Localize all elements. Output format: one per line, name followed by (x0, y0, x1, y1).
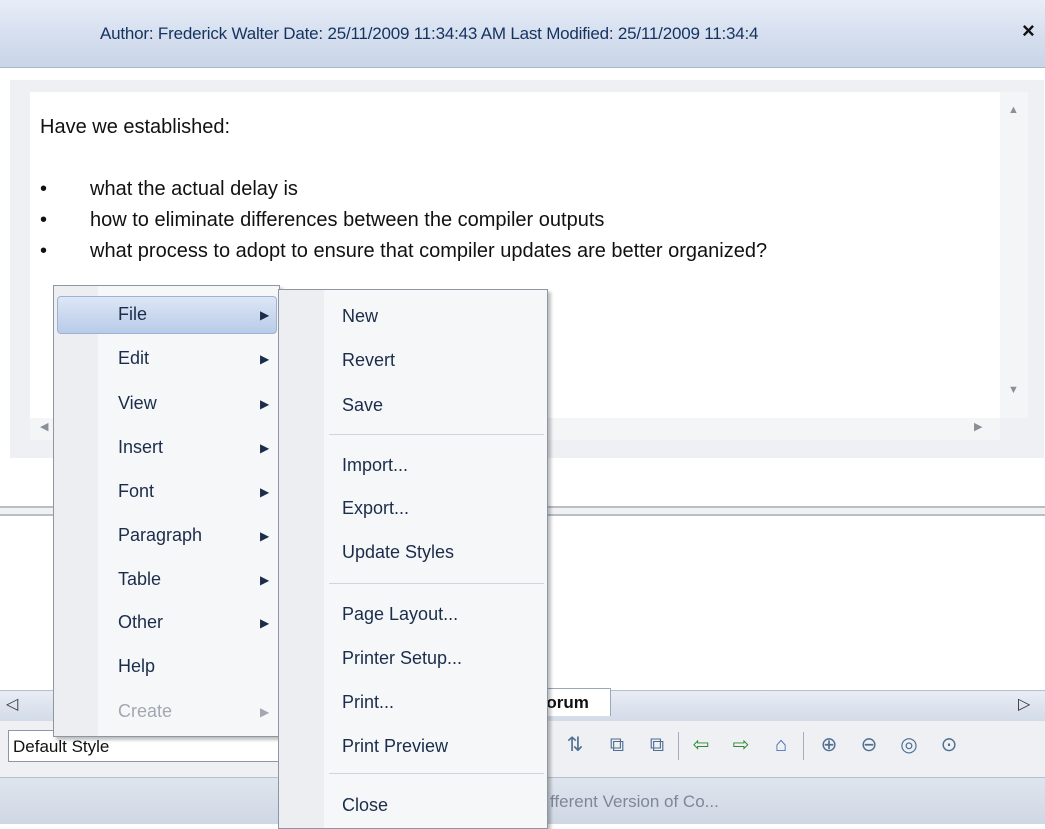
menu-item-save[interactable]: Save (342, 395, 383, 416)
back-icon[interactable]: ⇦ (688, 732, 714, 758)
menu-item-help[interactable]: Help (118, 656, 155, 677)
context-menu (53, 285, 280, 737)
menu-item-font[interactable]: Font (118, 481, 154, 502)
menu-item-highlight (57, 296, 277, 334)
copy-format-icon[interactable]: ⧉ (604, 732, 630, 758)
tab-forum[interactable]: Forum (545, 688, 611, 716)
submenu-arrow-icon: ▶ (260, 397, 270, 411)
scroll-right-icon[interactable]: ▶ (974, 420, 982, 433)
submenu-arrow-icon: ▶ (260, 485, 270, 499)
submenu-arrow-icon: ▶ (260, 616, 270, 630)
close-icon[interactable]: × (1022, 20, 1035, 42)
sort-icon[interactable]: ⇅ (562, 732, 588, 758)
submenu-arrow-icon: ▶ (260, 573, 270, 587)
zoom-page-icon[interactable]: ⊙ (936, 732, 962, 758)
tab-scroll-right-icon[interactable]: ▷ (1018, 694, 1030, 714)
zoom-out-icon[interactable]: ⊖ (856, 732, 882, 758)
paste-format-icon[interactable]: ⧉ (644, 732, 670, 758)
submenu-arrow-icon: ▶ (260, 705, 270, 719)
scroll-left-icon[interactable]: ◀ (40, 420, 48, 433)
menu-item-table[interactable]: Table (118, 569, 161, 590)
toolbar-separator (803, 732, 804, 760)
menu-item-insert[interactable]: Insert (118, 437, 163, 458)
menu-separator (329, 583, 544, 584)
tab-scroll-left-icon[interactable]: ◁ (6, 694, 18, 714)
list-item: how to eliminate differences between the… (40, 205, 767, 236)
list-item: what the actual delay is (40, 174, 767, 205)
submenu-arrow-icon: ▶ (260, 352, 270, 366)
menu-item-edit[interactable]: Edit (118, 348, 149, 369)
menu-item-import[interactable]: Import... (342, 455, 408, 476)
editor-intro-text: Have we established: (40, 116, 231, 138)
menu-item-close[interactable]: Close (342, 795, 388, 816)
menu-item-update-styles[interactable]: Update Styles (342, 542, 454, 563)
menu-item-view[interactable]: View (118, 393, 157, 414)
menu-item-print[interactable]: Print... (342, 692, 394, 713)
menu-item-print-preview[interactable]: Print Preview (342, 736, 448, 757)
menu-item-other[interactable]: Other (118, 612, 163, 633)
home-icon[interactable]: ⌂ (768, 732, 794, 758)
list-item: what process to adopt to ensure that com… (40, 236, 767, 267)
menu-item-revert[interactable]: Revert (342, 350, 395, 371)
submenu-arrow-icon: ▶ (260, 308, 270, 322)
zoom-in-icon[interactable]: ⊕ (816, 732, 842, 758)
vertical-scrollbar[interactable]: ▲ ▼ (1000, 92, 1028, 418)
menu-item-new[interactable]: New (342, 306, 378, 327)
zoom-fit-icon[interactable]: ◎ (896, 732, 922, 758)
submenu-arrow-icon: ▶ (260, 441, 270, 455)
submenu-arrow-icon: ▶ (260, 529, 270, 543)
menu-item-page-layout[interactable]: Page Layout... (342, 604, 458, 625)
menu-item-printer-setup[interactable]: Printer Setup... (342, 648, 462, 669)
menu-item-file[interactable]: File (118, 304, 147, 325)
menu-item-export[interactable]: Export... (342, 498, 409, 519)
menu-separator (329, 773, 544, 774)
menu-item-create: Create (118, 701, 173, 721)
status-text: fferent Version of Co... (550, 792, 719, 811)
menu-item-paragraph[interactable]: Paragraph (118, 525, 202, 546)
forward-icon[interactable]: ⇨ (728, 732, 754, 758)
menu-icon-gutter (279, 290, 324, 828)
menu-icon-gutter (54, 286, 98, 736)
bullet-list: what the actual delay is how to eliminat… (40, 174, 767, 267)
toolbar-separator (678, 732, 679, 760)
scroll-up-icon[interactable]: ▲ (1008, 104, 1019, 116)
document-metadata: Author: Frederick Walter Date: 25/11/200… (100, 24, 759, 43)
menu-separator (329, 434, 544, 435)
scroll-down-icon[interactable]: ▼ (1008, 384, 1019, 396)
